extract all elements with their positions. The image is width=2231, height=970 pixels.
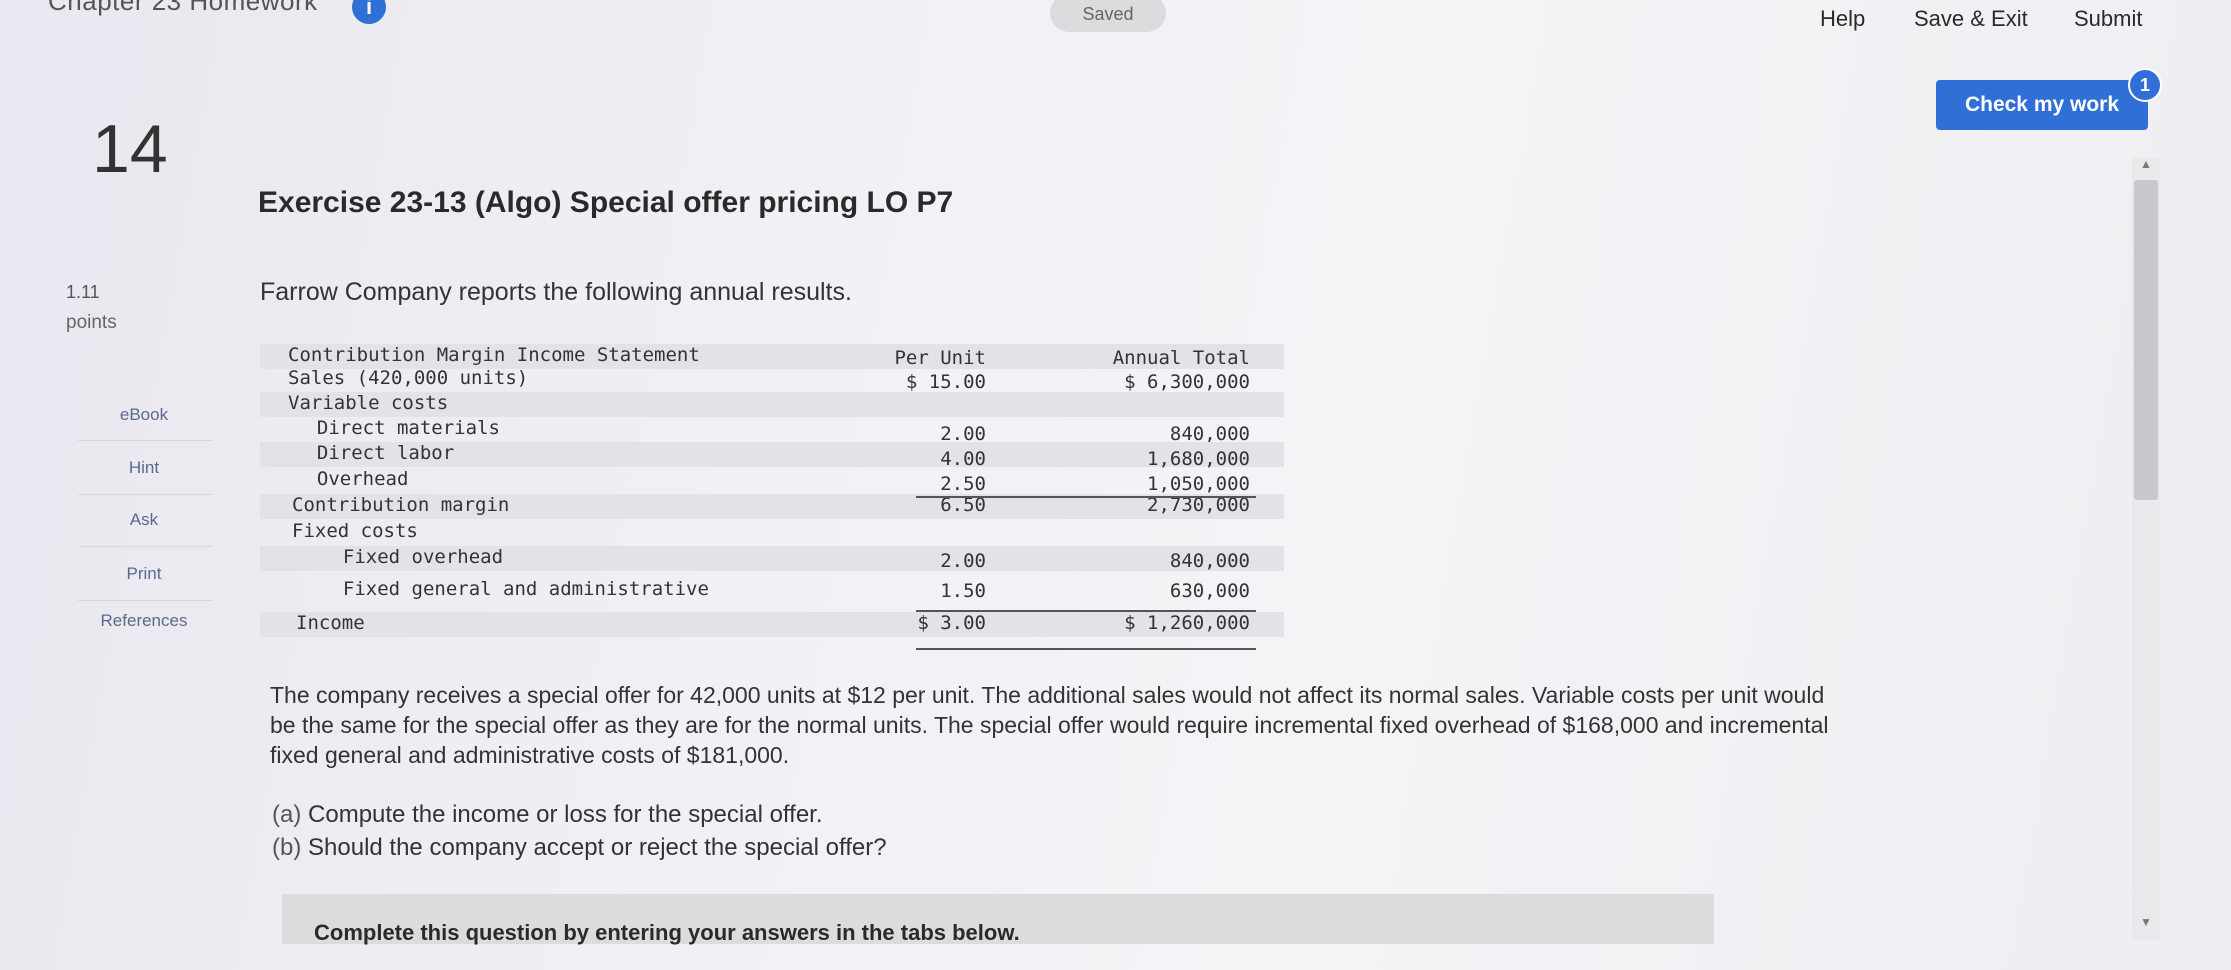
- references-link[interactable]: References: [84, 611, 204, 631]
- question-parts: (a) Compute the income or loss for the s…: [272, 798, 887, 864]
- part-b-tag: (b): [272, 834, 302, 861]
- problem-paragraph: The company receives a special offer for…: [270, 682, 1829, 768]
- table-row: Overhead 2.50 1,050,000: [294, 468, 1250, 495]
- question-number: 14: [92, 111, 168, 187]
- table-row: Fixed general and administrative 1.50 63…: [320, 578, 1250, 602]
- help-link[interactable]: Help: [1820, 6, 1865, 32]
- save-exit-link[interactable]: Save & Exit: [1914, 6, 2028, 32]
- points-value: 1.11: [66, 282, 100, 302]
- exercise-title: Exercise 23-13 (Algo) Special offer pric…: [258, 186, 954, 219]
- table-row: Fixed costs: [292, 520, 418, 542]
- table-row: Direct materials 2.00 840,000: [294, 417, 1250, 445]
- part-a-text: Compute the income or loss for the speci…: [308, 801, 823, 828]
- table-header-row: Contribution Margin Income Statement Per…: [260, 344, 1284, 369]
- divider: [78, 600, 212, 601]
- part-a-tag: (a): [272, 801, 302, 828]
- table-row: Sales (420,000 units) $ 15.00 $ 6,300,00…: [288, 367, 1250, 393]
- part-b-text: Should the company accept or reject the …: [308, 834, 887, 861]
- chapter-title: Chapter 23 Homework: [48, 0, 318, 16]
- ask-link[interactable]: Ask: [84, 510, 204, 530]
- exercise-intro: Farrow Company reports the following ann…: [260, 278, 852, 306]
- part-b: (b) Should the company accept or reject …: [272, 831, 887, 864]
- print-link[interactable]: Print: [84, 564, 204, 584]
- scroll-up-arrow-icon[interactable]: ▲: [2138, 156, 2154, 172]
- scrollbar-thumb[interactable]: [2134, 180, 2158, 500]
- divider: [78, 494, 212, 495]
- part-a: (a) Compute the income or loss for the s…: [272, 798, 887, 831]
- double-rule-top: [916, 648, 1256, 650]
- subtotal-rule: [916, 496, 1256, 498]
- table-row: Direct labor 4.00 1,680,000: [260, 442, 1284, 470]
- info-icon[interactable]: i: [352, 0, 386, 24]
- per-unit-header: Per Unit: [894, 347, 986, 369]
- saved-status: Saved: [1050, 0, 1166, 32]
- points-label: points: [66, 312, 117, 333]
- scroll-down-arrow-icon[interactable]: ▼: [2138, 914, 2154, 930]
- ebook-link[interactable]: eBook: [84, 405, 204, 425]
- income-statement-table: Contribution Margin Income Statement Per…: [260, 344, 1284, 650]
- complete-instructions: Complete this question by entering your …: [314, 920, 1020, 945]
- submit-link[interactable]: Submit: [2074, 6, 2142, 32]
- hint-link[interactable]: Hint: [84, 458, 204, 478]
- divider: [78, 440, 212, 441]
- check-my-work-button[interactable]: Check my work: [1936, 80, 2148, 130]
- table-row: Fixed overhead 2.00 840,000: [260, 546, 1284, 572]
- table-row: Variable costs: [260, 392, 1284, 417]
- annual-total-header: Annual Total: [1112, 347, 1250, 369]
- divider: [78, 546, 212, 547]
- table-row: Income $ 3.00 $ 1,260,000: [260, 612, 1284, 637]
- statement-title: Contribution Margin Income Statement: [288, 344, 700, 366]
- subtotal-rule: [916, 610, 1256, 612]
- instructions-banner: Complete this question by entering your …: [282, 894, 1714, 945]
- check-work-count-badge: 1: [2128, 68, 2162, 102]
